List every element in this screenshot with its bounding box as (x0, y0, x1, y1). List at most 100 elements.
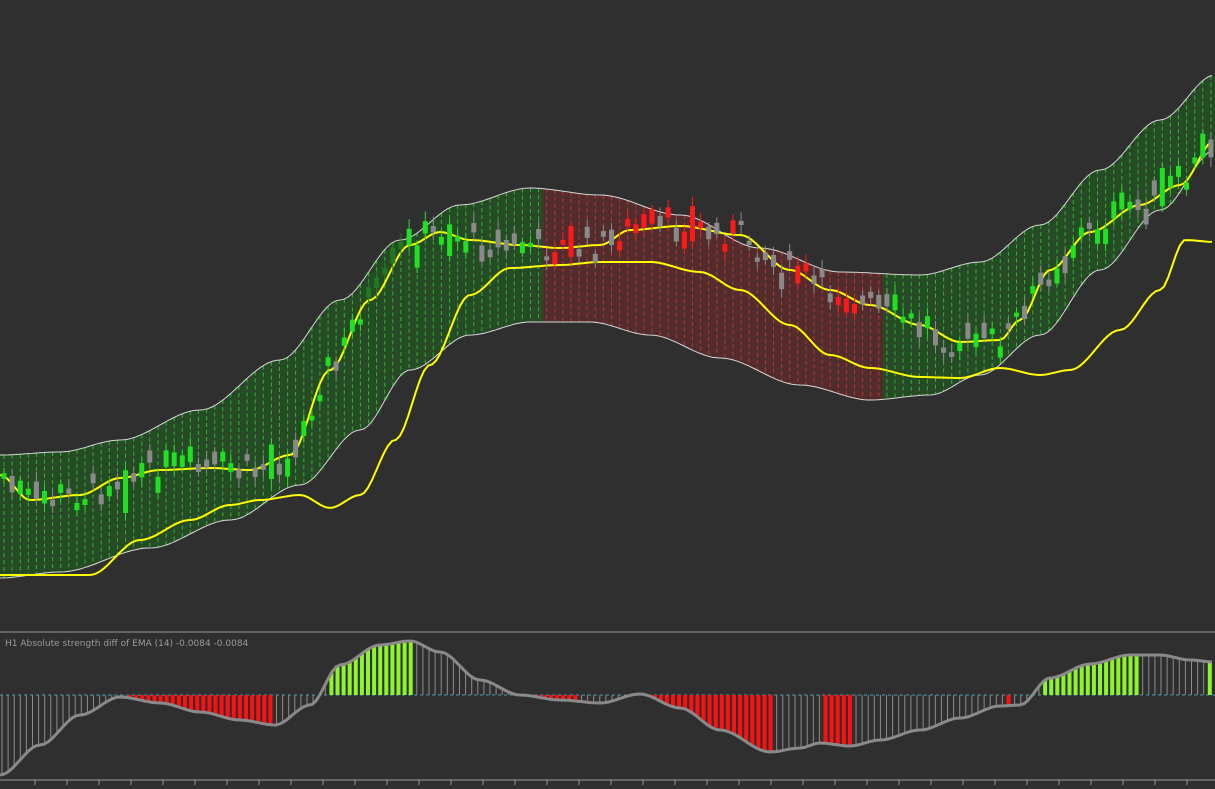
histogram-bar (256, 695, 261, 723)
candle-body (722, 244, 728, 252)
candle-body (916, 322, 922, 338)
candle-body (600, 231, 606, 237)
histogram-bar (372, 646, 377, 695)
candle-body (301, 421, 307, 436)
candle-body (868, 291, 874, 299)
candle-body (479, 245, 485, 262)
candle-body (843, 298, 849, 313)
histogram-bar (677, 695, 682, 708)
candle-body (414, 245, 420, 268)
candle-body (681, 231, 687, 249)
candle-body (511, 233, 517, 245)
candle-body (179, 455, 185, 467)
candle-body (244, 454, 250, 461)
histogram-bar (201, 695, 206, 713)
candle-body (1208, 139, 1214, 158)
candle-body (860, 295, 866, 305)
candle-body (90, 473, 96, 484)
candle-body (333, 361, 339, 371)
candle-body (1078, 227, 1084, 237)
candle-body (163, 450, 169, 467)
channel-fill-cell (32, 453, 42, 574)
candle-body (1070, 245, 1076, 258)
candle-body (447, 224, 453, 256)
candle-body (1184, 182, 1190, 190)
candle-body (33, 481, 39, 499)
candle-body (665, 207, 671, 218)
candle-body (155, 476, 161, 493)
candle-body (317, 395, 323, 402)
candle-body (641, 214, 647, 228)
histogram-bar (408, 641, 413, 695)
candle-body (1111, 201, 1117, 219)
histogram-bar (750, 695, 755, 746)
candle-body (430, 226, 436, 233)
histogram-bar (756, 695, 761, 749)
histogram-bar (390, 643, 395, 695)
histogram-bar (1067, 671, 1072, 695)
histogram-bar (1128, 655, 1133, 695)
channel-fill-cell (939, 270, 949, 392)
histogram-bar (847, 695, 852, 746)
candle-body (487, 249, 493, 258)
histogram-bar (347, 662, 352, 695)
candle-body (973, 333, 979, 348)
histogram-bar (732, 695, 736, 735)
channel-fill-cell (421, 226, 430, 365)
candle-body (438, 236, 444, 245)
candle-body (933, 329, 938, 346)
candle-body (463, 241, 469, 253)
candle-body (25, 488, 31, 495)
histogram-bar (707, 695, 712, 727)
candle-body (374, 277, 380, 288)
candle-body (1022, 305, 1028, 320)
candle-body (997, 346, 1003, 358)
candle-body (187, 446, 193, 463)
candle-body (754, 257, 760, 262)
candle-body (171, 452, 177, 467)
histogram-bar (1085, 664, 1090, 695)
channel-fill-cell (40, 452, 50, 573)
candle-body (357, 319, 363, 325)
candle-body (131, 473, 137, 482)
candle-body (422, 221, 428, 234)
candle-body (568, 226, 574, 257)
histogram-bar (689, 695, 694, 713)
histogram-bar (713, 695, 718, 730)
histogram-bar (1098, 662, 1102, 695)
channel-fill-cell (16, 454, 25, 577)
candle-body (584, 226, 590, 238)
candle-body (398, 241, 404, 250)
candle-body (285, 458, 291, 477)
candle-body (957, 342, 963, 351)
candle-body (17, 480, 23, 494)
channel-fill-cell (907, 274, 916, 397)
candle-body (949, 352, 955, 357)
candle-body (106, 486, 112, 497)
candle-body (1054, 268, 1060, 284)
candle-body (341, 337, 347, 346)
candle-body (852, 304, 857, 314)
histogram-bar (1049, 678, 1054, 695)
histogram-bar (835, 695, 840, 745)
candle-body (114, 481, 120, 490)
candle-body (212, 451, 218, 465)
histogram-bar (195, 695, 200, 712)
candle-body (309, 415, 315, 421)
candle-body (1103, 228, 1109, 244)
candle-body (803, 263, 809, 272)
histogram-bar (738, 695, 743, 738)
candle-body (455, 235, 461, 242)
candle-body (260, 464, 266, 470)
histogram-bar (1116, 656, 1121, 695)
histogram-bar (366, 649, 370, 695)
histogram-bar (183, 695, 187, 710)
histogram-bar (719, 695, 724, 731)
histogram-bar (1134, 655, 1139, 695)
histogram-bar (823, 695, 828, 744)
candle-body (147, 450, 153, 463)
candle-body (609, 229, 614, 246)
indicator-label: H1 Absolute strength diff of EMA (14) -0… (5, 639, 249, 649)
channel-fill-cell (251, 371, 260, 510)
histogram-bar (1055, 676, 1060, 695)
